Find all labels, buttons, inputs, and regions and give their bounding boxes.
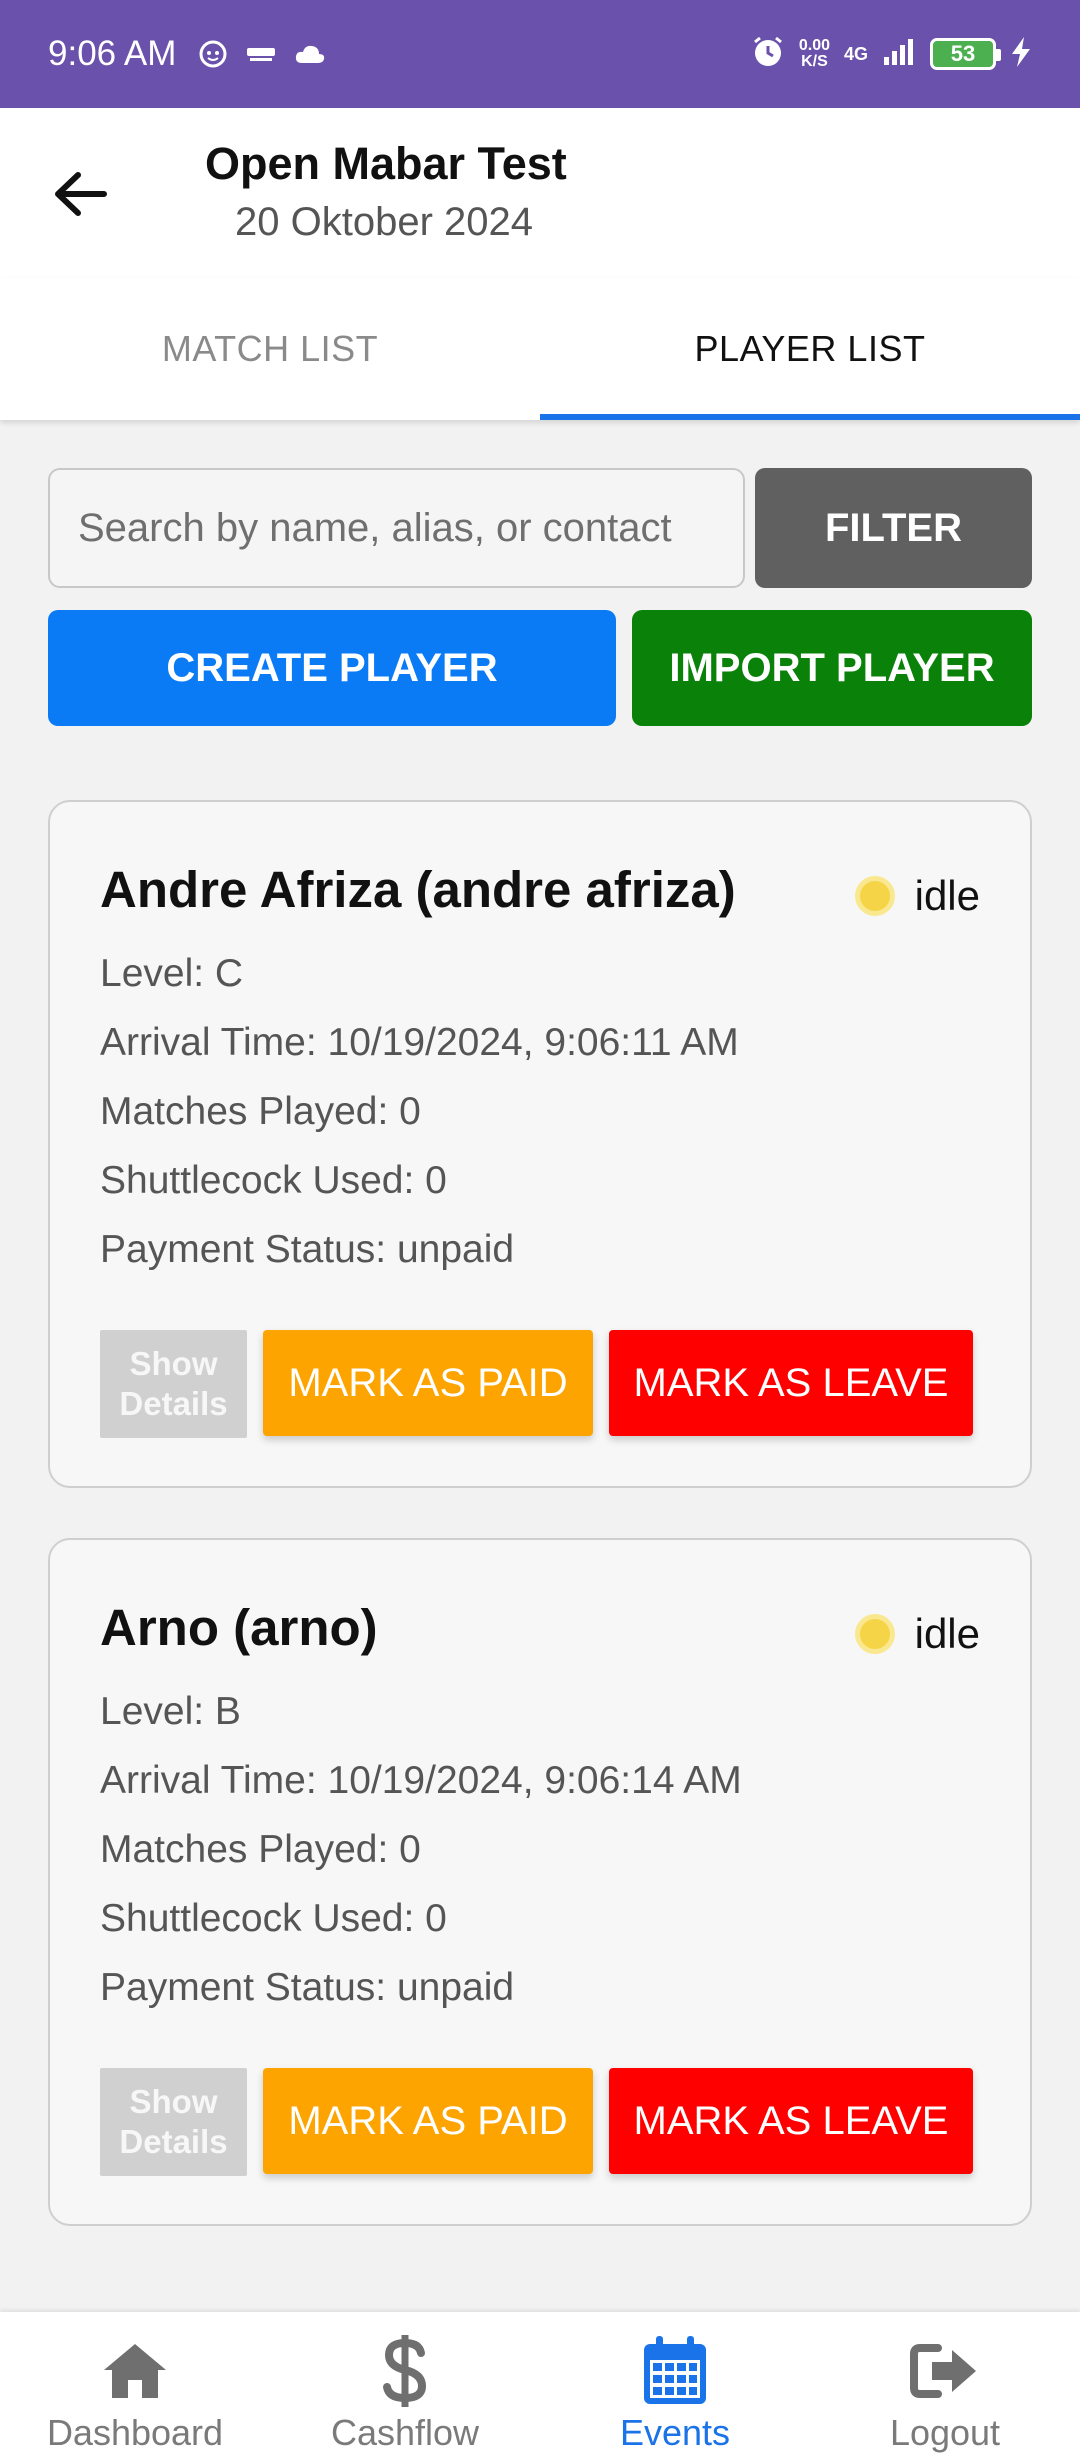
show-details-line2: Details bbox=[119, 1385, 228, 1422]
create-player-button[interactable]: CREATE PLAYER bbox=[48, 610, 616, 726]
player-status-label: idle bbox=[914, 1610, 980, 1657]
nav-events-label: Events bbox=[619, 2412, 731, 2453]
network-speed: 0.00 K/S bbox=[799, 38, 830, 70]
mark-as-paid-button[interactable]: MARK AS PAID bbox=[263, 1330, 593, 1436]
nav-dashboard[interactable]: Dashboard bbox=[0, 2312, 270, 2460]
player-status: idle bbox=[854, 1610, 980, 1658]
page-title: Open Mabar Test bbox=[205, 138, 567, 189]
news-app-icon bbox=[246, 44, 276, 64]
player-level: Level: B bbox=[100, 1690, 241, 1733]
player-status-label: idle bbox=[914, 872, 980, 919]
player-card: Andre Afriza (andre afriza) idle Level: … bbox=[48, 800, 1032, 1488]
status-dot-icon bbox=[854, 1614, 895, 1654]
show-details-button[interactable]: Show Details bbox=[100, 2068, 247, 2176]
status-right-group: 0.00 K/S 4G 53 bbox=[751, 35, 1032, 74]
search-input[interactable] bbox=[48, 468, 745, 588]
app-header: Open Mabar Test 20 Oktober 2024 bbox=[0, 108, 1080, 278]
status-dot-icon bbox=[854, 876, 895, 916]
charging-icon bbox=[1010, 36, 1032, 73]
home-icon bbox=[100, 2330, 170, 2412]
dollar-icon bbox=[381, 2330, 429, 2412]
arrow-left-icon bbox=[55, 172, 107, 216]
player-shuttlecock-used: Shuttlecock Used: 0 bbox=[100, 1159, 447, 1202]
net-speed-value: 0.00 bbox=[798, 37, 830, 54]
net-speed-unit: K/S bbox=[801, 53, 828, 70]
screen: 9:06 AM 0.00 K/S 4G 53 Open Mabar Test 2… bbox=[0, 0, 1080, 2460]
show-details-line2: Details bbox=[119, 2123, 228, 2160]
player-status: idle bbox=[854, 872, 980, 920]
player-payment-status: Payment Status: unpaid bbox=[100, 1966, 515, 2009]
notification-icon bbox=[198, 39, 228, 69]
filter-button[interactable]: FILTER bbox=[755, 468, 1032, 588]
player-actions: Show Details MARK AS PAID MARK AS LEAVE bbox=[100, 2068, 973, 2176]
logout-icon bbox=[910, 2330, 980, 2412]
mark-as-paid-button[interactable]: MARK AS PAID bbox=[263, 2068, 593, 2174]
show-details-button[interactable]: Show Details bbox=[100, 1330, 247, 1438]
show-details-line1: Show bbox=[129, 2083, 218, 2120]
tab-player-list[interactable]: PLAYER LIST bbox=[540, 278, 1080, 420]
battery-level: 53 bbox=[950, 41, 976, 66]
player-payment-status: Payment Status: unpaid bbox=[100, 1228, 515, 1271]
nav-logout-label: Logout bbox=[889, 2412, 1001, 2453]
tab-match-list[interactable]: MATCH LIST bbox=[0, 278, 540, 420]
nav-cashflow-label: Cashflow bbox=[330, 2412, 480, 2453]
event-date: 20 Oktober 2024 bbox=[235, 200, 533, 244]
mark-as-leave-button[interactable]: MARK AS LEAVE bbox=[609, 1330, 973, 1436]
player-matches-played: Matches Played: 0 bbox=[100, 1828, 421, 1871]
nav-logout[interactable]: Logout bbox=[810, 2312, 1080, 2460]
nav-cashflow[interactable]: Cashflow bbox=[270, 2312, 540, 2460]
cloud-icon bbox=[294, 43, 326, 65]
alarm-icon bbox=[751, 35, 785, 74]
calendar-icon bbox=[640, 2330, 710, 2412]
player-shuttlecock-used: Shuttlecock Used: 0 bbox=[100, 1897, 447, 1940]
player-actions: Show Details MARK AS PAID MARK AS LEAVE bbox=[100, 1330, 973, 1438]
signal-icon bbox=[882, 37, 916, 72]
back-button[interactable] bbox=[40, 154, 120, 234]
player-arrival-time: Arrival Time: 10/19/2024, 9:06:14 AM bbox=[100, 1759, 742, 1802]
network-type: 4G bbox=[843, 43, 868, 64]
player-name: Arno (arno) bbox=[100, 1599, 378, 1656]
import-player-button[interactable]: IMPORT PLAYER bbox=[632, 610, 1032, 726]
battery-icon: 53 bbox=[930, 38, 1001, 70]
player-level: Level: C bbox=[100, 952, 244, 995]
player-arrival-time: Arrival Time: 10/19/2024, 9:06:11 AM bbox=[100, 1021, 739, 1064]
status-time: 9:06 AM bbox=[48, 34, 177, 73]
player-name: Andre Afriza (andre afriza) bbox=[100, 861, 736, 918]
mark-as-leave-button[interactable]: MARK AS LEAVE bbox=[609, 2068, 973, 2174]
tab-bar: MATCH LIST PLAYER LIST bbox=[0, 278, 1080, 420]
status-bar: 9:06 AM 0.00 K/S 4G 53 bbox=[0, 0, 1080, 108]
show-details-line1: Show bbox=[129, 1345, 218, 1382]
nav-events[interactable]: Events bbox=[540, 2312, 810, 2460]
player-card: Arno (arno) idle Level: B Arrival Time: … bbox=[48, 1538, 1032, 2226]
player-matches-played: Matches Played: 0 bbox=[100, 1090, 421, 1133]
bottom-nav: Dashboard Cashflow Events Logout bbox=[0, 2312, 1080, 2460]
nav-dashboard-label: Dashboard bbox=[46, 2412, 224, 2453]
